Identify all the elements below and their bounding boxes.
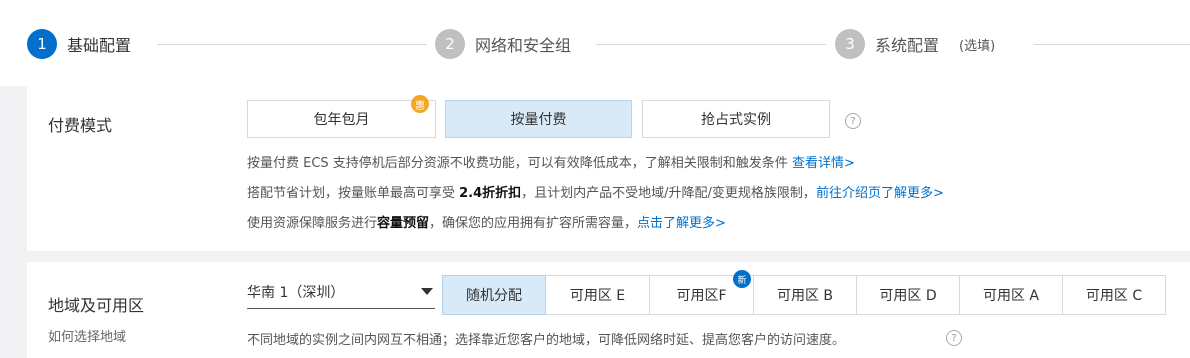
step-number: 1 <box>27 29 57 59</box>
step-connector <box>157 44 427 45</box>
region-note-text: 不同地域的实例之间内网互不相通；选择靠近您客户的地域，可降低网络时延、提高您客户… <box>247 333 846 348</box>
step-connector <box>596 44 826 45</box>
zone-label: 随机分配 <box>466 288 522 304</box>
wizard-steps: 1 基础配置 2 网络和安全组 3 系统配置 (选填) <box>0 0 1190 86</box>
help-icon[interactable]: ? <box>845 113 861 129</box>
step-number: 3 <box>835 29 865 59</box>
view-details-link[interactable]: 查看详情> <box>792 156 855 171</box>
billing-option-label: 抢占式实例 <box>701 112 771 128</box>
step-system-config[interactable]: 3 系统配置 (选填) <box>835 29 995 59</box>
billing-option-subscription[interactable]: 包年包月 惠 <box>247 95 436 138</box>
region-select[interactable]: 华南 1（深圳） <box>247 275 435 309</box>
step-basic-config[interactable]: 1 基础配置 <box>27 29 131 59</box>
savings-plan-link[interactable]: 前往介绍页了解更多> <box>816 186 944 201</box>
step-label: 网络和安全组 <box>475 36 572 55</box>
promo-badge-icon: 惠 <box>411 95 429 113</box>
billing-option-label: 按量付费 <box>510 112 567 128</box>
region-label: 地域及可用区 <box>48 296 145 315</box>
zone-label: 可用区 E <box>569 288 626 304</box>
learn-more-link[interactable]: 点击了解更多> <box>637 216 726 231</box>
billing-section: 付费模式 包年包月 惠 按量付费 抢占式实例 ? 按量付费 ECS 支持停机后部… <box>27 86 1190 251</box>
zone-label: 可用区F <box>676 288 727 304</box>
zone-f[interactable]: 可用区F 新 <box>649 270 754 315</box>
billing-desc-line-1: 按量付费 ECS 支持停机后部分资源不收费功能，可以有效降低成本，了解相关限制和… <box>247 152 855 171</box>
billing-label: 付费模式 <box>48 116 113 135</box>
desc-text: 使用资源保障服务进行 <box>247 216 378 231</box>
zone-label: 可用区 A <box>982 288 1040 304</box>
how-to-choose-region-link[interactable]: 如何选择地域 <box>48 326 126 345</box>
desc-text: ，确保您的应用拥有扩容所需容量， <box>429 216 638 231</box>
region-section: 地域及可用区 如何选择地域 华南 1（深圳） 随机分配 可用区 E 可用区F 新… <box>27 262 1190 358</box>
zone-b[interactable]: 可用区 B <box>753 275 857 315</box>
desc-text: 按量付费 ECS 支持停机后部分资源不收费功能，可以有效降低成本，了解相关限制和… <box>247 156 792 171</box>
zone-e[interactable]: 可用区 E <box>545 275 650 315</box>
caret-down-icon <box>421 288 433 295</box>
billing-option-label: 包年包月 <box>313 112 370 128</box>
zone-label: 可用区 D <box>879 288 937 304</box>
billing-option-spot-instance[interactable]: 抢占式实例 <box>642 100 830 138</box>
step-label: 系统配置 <box>875 36 940 55</box>
zone-c[interactable]: 可用区 C <box>1062 275 1166 315</box>
new-badge-icon: 新 <box>733 270 751 288</box>
zone-a[interactable]: 可用区 A <box>959 275 1063 315</box>
help-icon[interactable]: ? <box>946 330 962 346</box>
zone-random[interactable]: 随机分配 <box>442 275 546 315</box>
region-select-value: 华南 1（深圳） <box>247 284 345 301</box>
capacity-reservation-text: 容量预留 <box>377 216 430 231</box>
zone-label: 可用区 B <box>776 288 834 304</box>
step-number: 2 <box>435 29 465 59</box>
discount-text: 2.4折折扣 <box>459 186 522 201</box>
billing-option-pay-as-you-go[interactable]: 按量付费 <box>445 100 632 138</box>
zone-selector: 随机分配 可用区 E 可用区F 新 可用区 B 可用区 D 可用区 A 可用区 … <box>442 270 1166 315</box>
step-optional-label: (选填) <box>959 38 996 54</box>
desc-text: ，且计划内产品不受地域/升降配/变更规格族限制， <box>521 186 816 201</box>
zone-label: 可用区 C <box>1085 288 1143 304</box>
billing-desc-line-3: 使用资源保障服务进行容量预留，确保您的应用拥有扩容所需容量，点击了解更多> <box>247 212 726 231</box>
step-connector <box>1034 44 1190 45</box>
desc-text: 搭配节省计划，按量账单最高可享受 <box>247 186 460 201</box>
region-note: 不同地域的实例之间内网互不相通；选择靠近您客户的地域，可降低网络时延、提高您客户… <box>247 329 845 348</box>
billing-desc-line-2: 搭配节省计划，按量账单最高可享受 2.4折折扣，且计划内产品不受地域/升降配/变… <box>247 182 944 201</box>
step-label: 基础配置 <box>67 36 132 55</box>
step-network-security[interactable]: 2 网络和安全组 <box>435 29 571 59</box>
zone-d[interactable]: 可用区 D <box>856 275 960 315</box>
